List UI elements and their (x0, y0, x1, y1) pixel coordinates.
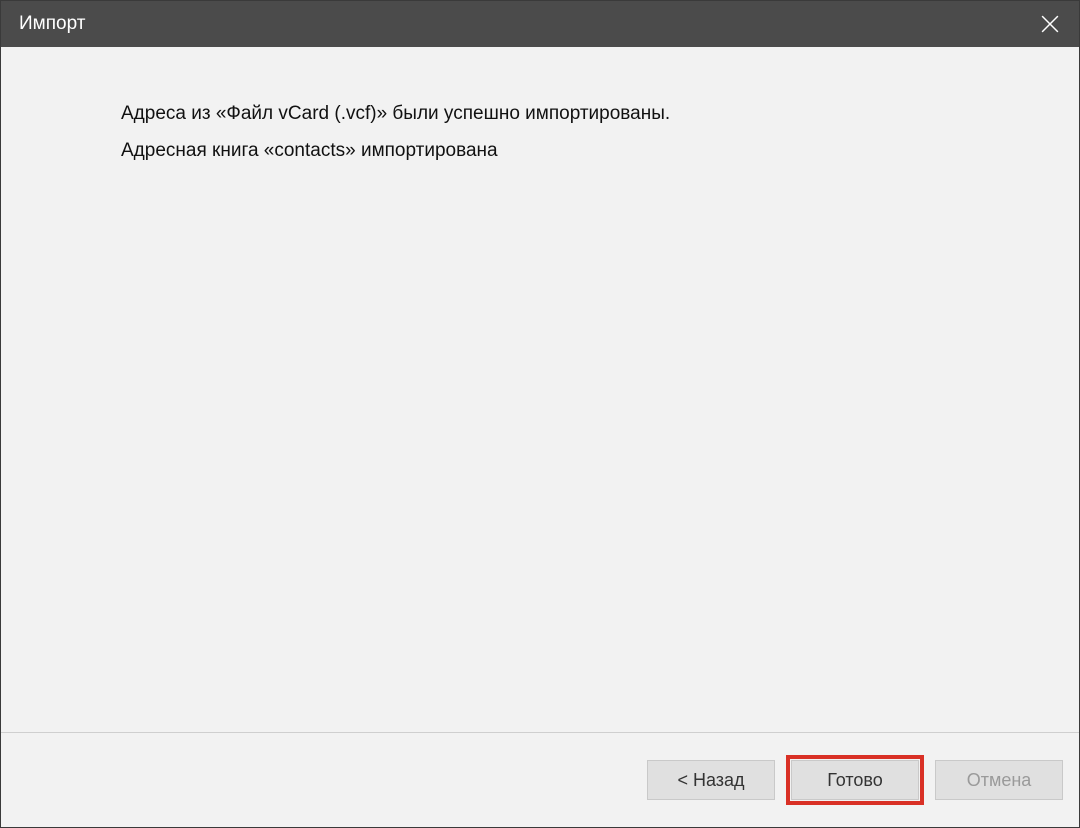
cancel-button[interactable]: Отмена (935, 760, 1063, 800)
done-button[interactable]: Готово (791, 760, 919, 800)
close-icon (1041, 15, 1059, 33)
footer: < Назад Готово Отмена (1, 732, 1079, 827)
content-area: Адреса из «Файл vCard (.vcf)» были успеш… (1, 47, 1079, 732)
import-success-message: Адреса из «Файл vCard (.vcf)» были успеш… (121, 102, 959, 127)
back-button[interactable]: < Назад (647, 760, 775, 800)
close-button[interactable] (1021, 1, 1079, 47)
window-title: Импорт (19, 13, 85, 35)
address-book-imported-message: Адресная книга «contacts» импортирована (121, 139, 959, 164)
import-dialog: Импорт Адреса из «Файл vCard (.vcf)» был… (0, 0, 1080, 828)
titlebar: Импорт (1, 1, 1079, 47)
